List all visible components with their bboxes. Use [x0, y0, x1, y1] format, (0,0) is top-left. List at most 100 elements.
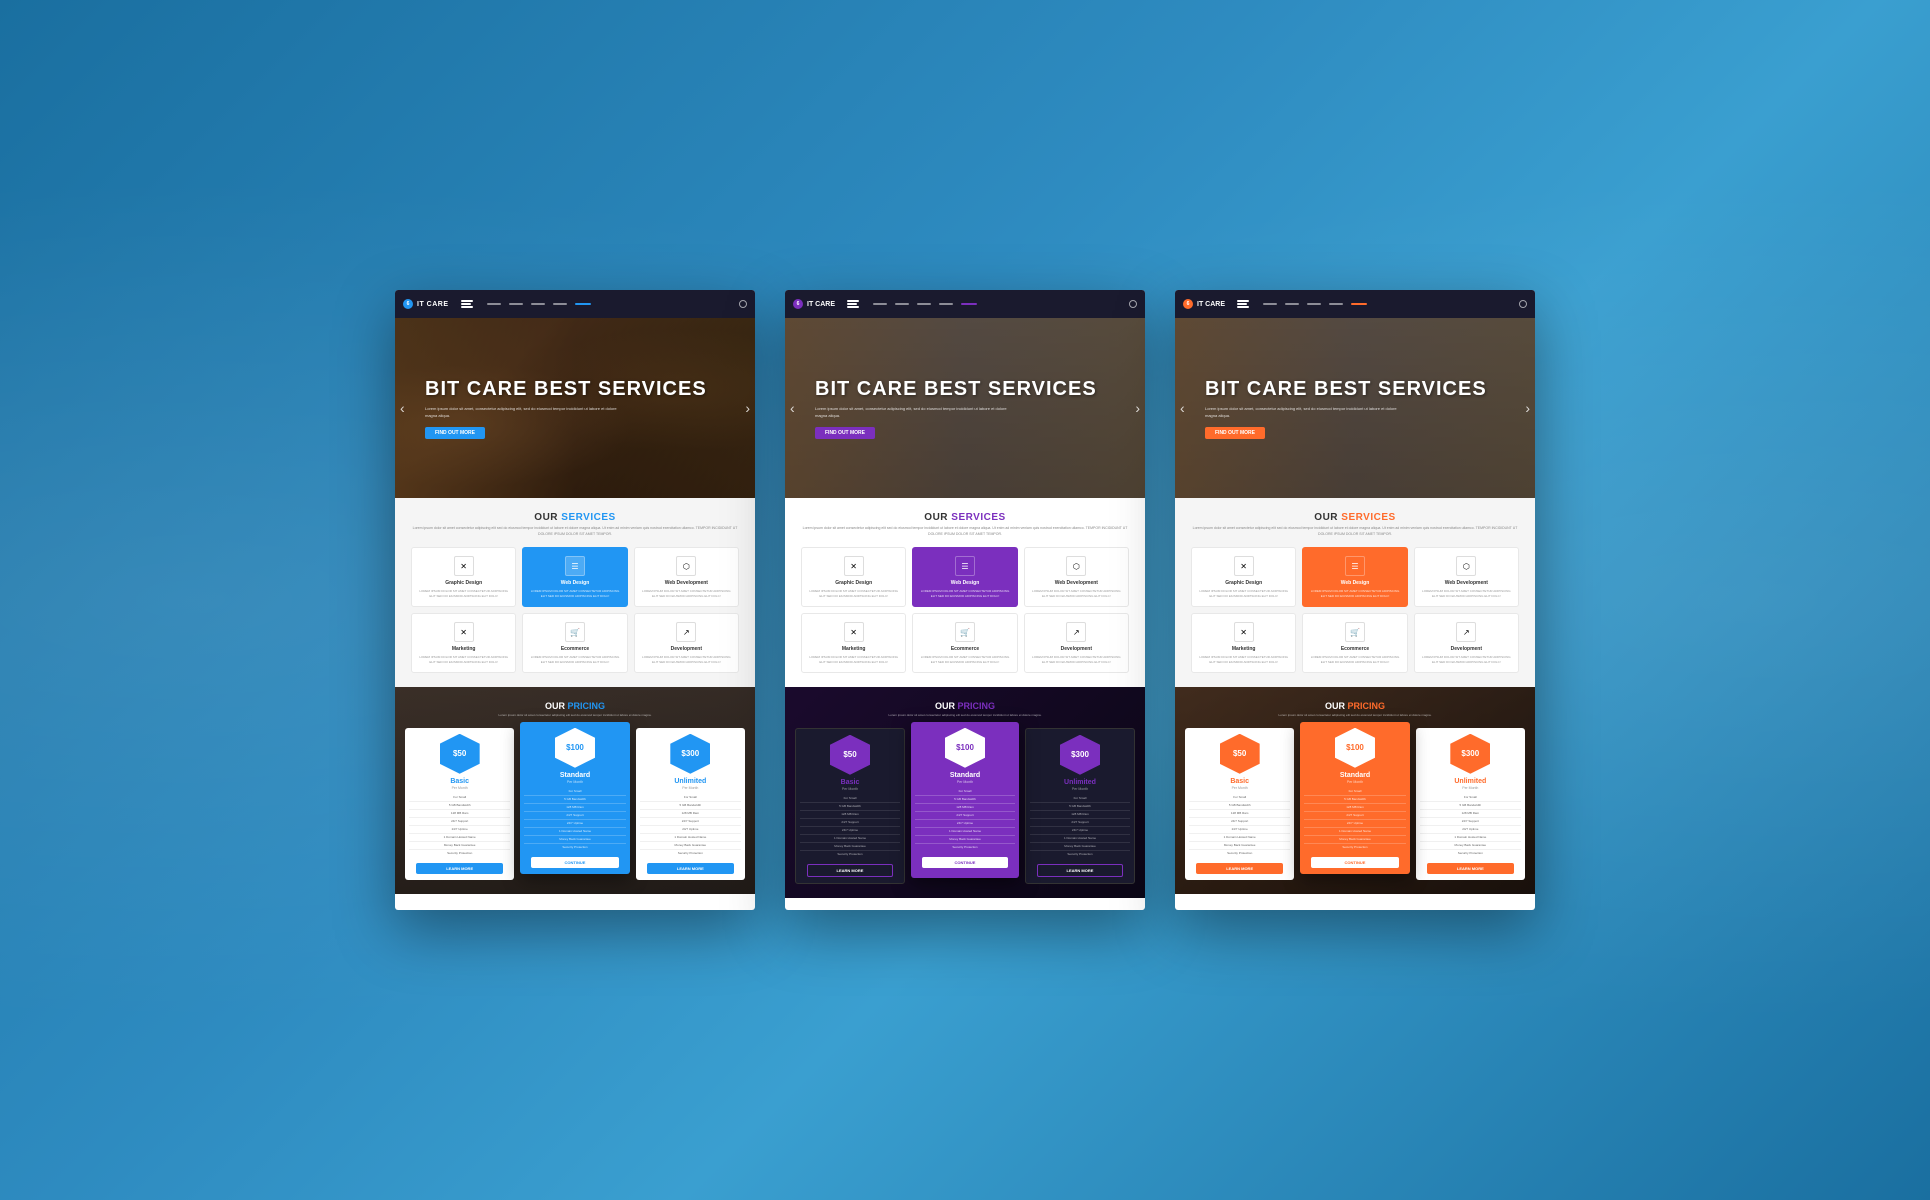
graphic-design-icon: ✕: [454, 556, 474, 576]
service-text-dev: LOREM IPSUM DOLOR SIT AMET CONSECTETUR A…: [641, 589, 732, 598]
nav2-item-active[interactable]: [961, 303, 977, 305]
hero-title-1: BIT CARE BEST SERVICES: [425, 377, 725, 401]
basic-sub-3: Per Month: [1185, 786, 1294, 790]
unlimited-price-hex-1: $300: [670, 734, 710, 774]
nav2-item-2[interactable]: [895, 303, 909, 305]
search-icon-3[interactable]: [1519, 300, 1527, 308]
standard-btn-1[interactable]: CONTINUE: [531, 857, 618, 868]
services-grid-3: ✕ Graphic Design LOREM IPSUM DOLOR SIT A…: [1191, 547, 1519, 673]
mockup-orange: 6 IT CARE BIT CARE BEST SERVICES: [1175, 290, 1535, 910]
logo-text-2: IT CARE: [807, 301, 835, 308]
unlimited-btn-1[interactable]: LEARN MORE: [647, 863, 734, 874]
web-dev-icon: ⬡: [676, 556, 696, 576]
stext-devp-3: LOREM IPSUM DOLOR SIT AMET CONSECTETUR A…: [1421, 655, 1512, 664]
unlimited-btn-2[interactable]: LEARN MORE: [1037, 864, 1123, 877]
hero-cta-3[interactable]: FIND OUT MORE: [1205, 427, 1265, 439]
standard-name-2: Standard: [911, 772, 1019, 779]
stext-graphic-2: LOREM IPSUM DOLOR SIT AMET CONSECTETUR A…: [808, 589, 899, 598]
hero-3: BIT CARE BEST SERVICES Lorem ipsum dolor…: [1175, 318, 1535, 498]
hero-cta-1[interactable]: FIND OUT MORE: [425, 427, 485, 439]
nav2-item-3[interactable]: [917, 303, 931, 305]
basic-btn-3[interactable]: LEARN MORE: [1196, 863, 1283, 874]
unlimited-sub-1: Per Month: [636, 786, 745, 790]
pricing-content-1: OUR PRICING Lorem ipsum dolor sit amet c…: [405, 701, 745, 880]
stext-eco-3: LOREM IPSUM DOLOR SIT AMET CONSECTETUR A…: [1309, 655, 1400, 664]
services-title-1: OUR SERVICES: [411, 512, 739, 523]
search-icon-1[interactable]: [739, 300, 747, 308]
nav-menu-3: [1263, 303, 1511, 305]
service-card-dev-3: ⬡ Web Development LOREM IPSUM DOLOR SIT …: [1414, 547, 1519, 607]
standard-name-3: Standard: [1300, 772, 1409, 779]
nav-hamburger-2[interactable]: [847, 300, 859, 308]
navbar-3: 6 IT CARE: [1175, 290, 1535, 318]
sname-devp-3: Development: [1421, 646, 1512, 652]
standard-price-1: $100: [566, 743, 584, 752]
pricing-desc-2: Lorem ipsum dolor sit amet consectetur a…: [795, 713, 1135, 718]
unlimited-name-1: Unlimited: [636, 778, 745, 785]
hero-2: BIT CARE BEST SERVICES Lorem ipsum dolor…: [785, 318, 1145, 498]
nav-item-active-1[interactable]: [575, 303, 591, 305]
hero-subtitle-2: Lorem ipsum dolor sit amet, consectetur …: [815, 406, 1015, 419]
nav-item-4[interactable]: [553, 303, 567, 305]
stext-dev-3: LOREM IPSUM DOLOR SIT AMET CONSECTETUR A…: [1421, 589, 1512, 598]
hero-1: BIT CARE BEST SERVICES Lorem ipsum dolor…: [395, 318, 755, 498]
unlimited-btn-3[interactable]: LEARN MORE: [1427, 863, 1514, 874]
services-grid-1: ✕ Graphic Design LOREM IPSUM DOLOR SIT A…: [411, 547, 739, 673]
services-section-3: OUR SERVICES Lorem ipsum dolor sit amet …: [1175, 498, 1535, 687]
development-icon: ↗: [676, 622, 696, 642]
nav3-item-2[interactable]: [1285, 303, 1299, 305]
web-icon-2: ☰: [955, 556, 975, 576]
service-card-mkt-3: ✕ Marketing LOREM IPSUM DOLOR SIT AMET C…: [1191, 613, 1296, 673]
standard-name-1: Standard: [520, 772, 629, 779]
basic-price-hex-1: $50: [440, 734, 480, 774]
standard-btn-3[interactable]: CONTINUE: [1311, 857, 1398, 868]
service-text-ecommerce: LOREM IPSUM DOLOR SIT AMET CONSECTETUR A…: [529, 655, 620, 664]
standard-btn-2[interactable]: CONTINUE: [922, 857, 1008, 868]
basic-btn-2[interactable]: LEARN MORE: [807, 864, 893, 877]
service-card-web-2: ☰ Web Design LOREM IPSUM DOLOR SIT AMET …: [912, 547, 1017, 607]
sname-dev-2: Web Development: [1031, 580, 1122, 586]
nav2-item-4[interactable]: [939, 303, 953, 305]
nav-logo-2: 6 IT CARE: [793, 299, 835, 309]
nav-hamburger-3[interactable]: [1237, 300, 1249, 308]
pricing-desc-3: Lorem ipsum dolor sit amet consectetur a…: [1185, 713, 1525, 718]
service-card-eco-2: 🛒 Ecommerce LOREM IPSUM DOLOR SIT AMET C…: [912, 613, 1017, 673]
services-title-2: OUR SERVICES: [801, 512, 1129, 523]
nav-menu-2: [873, 303, 1121, 305]
nav3-item-4[interactable]: [1329, 303, 1343, 305]
hero-title-2: BIT CARE BEST SERVICES: [815, 377, 1115, 401]
hero-cta-2[interactable]: FIND OUT MORE: [815, 427, 875, 439]
standard-sub-3: Per Month: [1300, 780, 1409, 784]
nav3-item-3[interactable]: [1307, 303, 1321, 305]
service-card-devp-3: ↗ Development LOREM IPSUM DOLOR SIT AMET…: [1414, 613, 1519, 673]
services-title-3: OUR SERVICES: [1191, 512, 1519, 523]
search-icon-2[interactable]: [1129, 300, 1137, 308]
service-text-web: LOREM IPSUM DOLOR SIT AMET CONSECTETUR A…: [529, 589, 620, 598]
service-name-ecommerce: Ecommerce: [529, 646, 620, 652]
services-desc-2: Lorem ipsum dolor sit amet consectetur a…: [801, 526, 1129, 537]
nav2-item-1[interactable]: [873, 303, 887, 305]
pricing-desc-1: Lorem ipsum dolor sit amet consectetur a…: [405, 713, 745, 718]
nav-hamburger-1[interactable]: [461, 300, 473, 308]
services-desc-3: Lorem ipsum dolor sit amet consectetur a…: [1191, 526, 1519, 537]
pricing-card-basic-2: $50 Basic Per Month For Small 5 GB Bandw…: [795, 728, 905, 884]
dev-icon-3: ⬡: [1456, 556, 1476, 576]
nav-item-2[interactable]: [509, 303, 523, 305]
standard-features-1: For Small 5 GB Bandwidth 128 MB Ram 24/7…: [520, 788, 629, 851]
sname-web-2: Web Design: [919, 580, 1010, 586]
nav3-item-1[interactable]: [1263, 303, 1277, 305]
service-name-web: Web Design: [529, 580, 620, 586]
service-text-development: LOREM IPSUM DOLOR SIT AMET CONSECTETUR A…: [641, 655, 732, 664]
service-card-mkt-2: ✕ Marketing LOREM IPSUM DOLOR SIT AMET C…: [801, 613, 906, 673]
nav3-item-active[interactable]: [1351, 303, 1367, 305]
mockup-purple: 6 IT CARE BIT CARE BEST SERVICES: [785, 290, 1145, 910]
pricing-card-basic-3: $50 Basic Per Month For Small 5 GB Bandw…: [1185, 728, 1294, 880]
nav-item-3[interactable]: [531, 303, 545, 305]
hero-subtitle-1: Lorem ipsum dolor sit amet, consectetur …: [425, 406, 625, 419]
stext-dev-2: LOREM IPSUM DOLOR SIT AMET CONSECTETUR A…: [1031, 589, 1122, 598]
logo-icon-3: 6: [1183, 299, 1193, 309]
navbar-1: 6 IT CARE: [395, 290, 755, 318]
nav-item-1[interactable]: [487, 303, 501, 305]
sname-mkt-3: Marketing: [1198, 646, 1289, 652]
basic-btn-1[interactable]: LEARN MORE: [416, 863, 503, 874]
